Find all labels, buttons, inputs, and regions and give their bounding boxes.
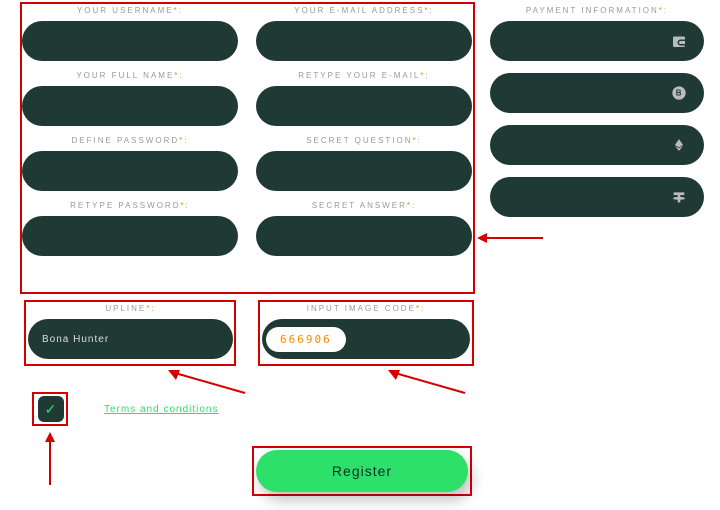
payment-option-2[interactable]: B xyxy=(490,73,704,113)
label-retype-password: RETYPE PASSWORD*: xyxy=(22,201,238,210)
check-icon: ✓ xyxy=(45,401,58,418)
input-username[interactable] xyxy=(22,21,238,61)
input-captcha[interactable]: 666906 xyxy=(262,319,470,359)
tether-icon xyxy=(670,188,688,206)
arrow-to-captcha xyxy=(380,368,470,398)
label-captcha: INPUT IMAGE CODE*: xyxy=(262,304,470,313)
label-password: DEFINE PASSWORD*: xyxy=(22,136,238,145)
label-secret-answer: SECRET ANSWER*: xyxy=(256,201,472,210)
svg-text:B: B xyxy=(676,89,682,98)
input-secret-answer[interactable] xyxy=(256,216,472,256)
label-secret-question: SECRET QUESTION*: xyxy=(256,136,472,145)
arrow-to-checkbox xyxy=(40,430,60,490)
upline-value: Bona Hunter xyxy=(42,334,109,345)
input-upline[interactable]: Bona Hunter xyxy=(28,319,233,359)
input-secret-question[interactable] xyxy=(256,151,472,191)
captcha-code: 666906 xyxy=(266,327,346,352)
checkbox-terms[interactable]: ✓ xyxy=(38,396,64,422)
ethereum-icon xyxy=(670,136,688,154)
label-payment: PAYMENT INFORMATION*: xyxy=(490,6,704,15)
ewallet-icon xyxy=(670,32,688,50)
arrow-to-main xyxy=(475,228,545,248)
link-terms[interactable]: Terms and conditions xyxy=(104,404,219,415)
input-fullname[interactable] xyxy=(22,86,238,126)
label-username: YOUR USERNAME*: xyxy=(22,6,238,15)
input-email[interactable] xyxy=(256,21,472,61)
label-upline: UPLINE*: xyxy=(28,304,233,313)
input-password[interactable] xyxy=(22,151,238,191)
label-retype-email: RETYPE YOUR E-MAIL*: xyxy=(256,71,472,80)
label-fullname: YOUR FULL NAME*: xyxy=(22,71,238,80)
register-label: Register xyxy=(332,463,392,479)
payment-option-4[interactable] xyxy=(490,177,704,217)
register-button[interactable]: Register xyxy=(256,450,468,492)
payment-option-1[interactable] xyxy=(490,21,704,61)
input-retype-password[interactable] xyxy=(22,216,238,256)
bitcoin-icon: B xyxy=(670,84,688,102)
label-email: YOUR E-MAIL ADDRESS*: xyxy=(256,6,472,15)
payment-option-3[interactable] xyxy=(490,125,704,165)
input-retype-email[interactable] xyxy=(256,86,472,126)
arrow-to-upline xyxy=(160,368,250,398)
